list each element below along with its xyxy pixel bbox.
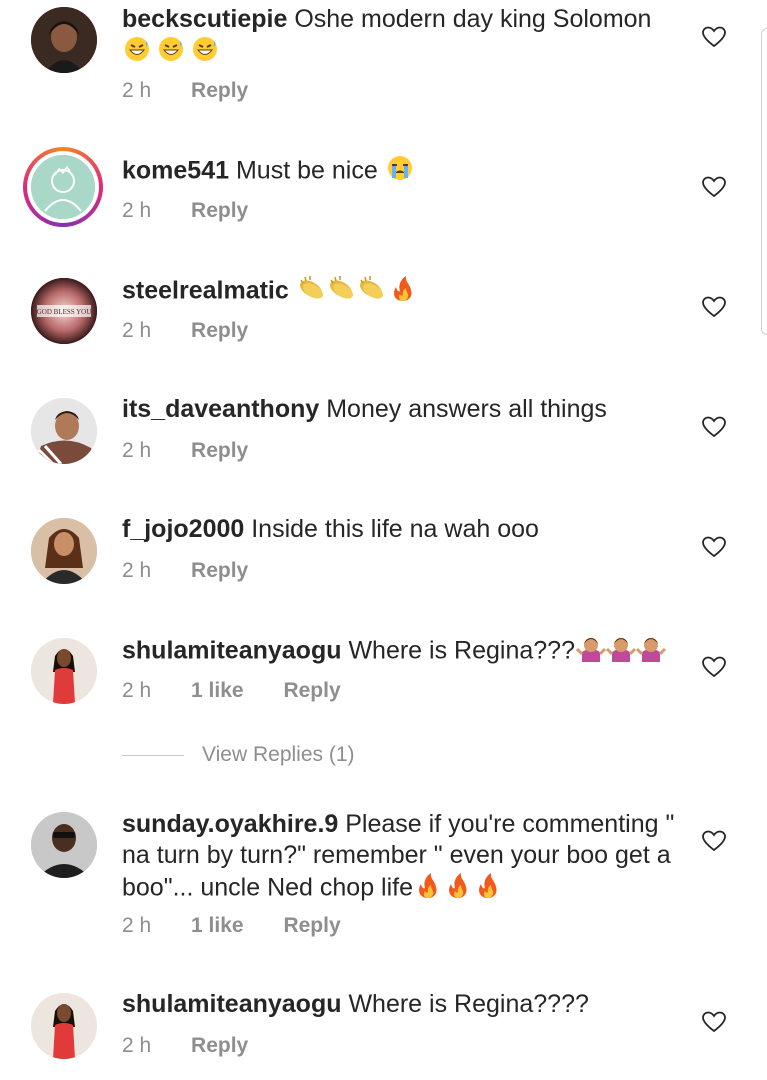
comment-meta: 2 h Reply: [122, 198, 248, 224]
like-heart-icon[interactable]: [702, 830, 726, 852]
view-replies-label: View Replies (1): [202, 743, 355, 766]
comment-text: its_daveanthony Money answers all things: [122, 394, 682, 425]
comment-time: 2 h: [122, 559, 152, 582]
avatar-image: [31, 155, 95, 219]
comment-meta: 2 h Reply: [122, 438, 248, 464]
comment-username[interactable]: its_daveanthony: [122, 395, 319, 423]
reply-button[interactable]: Reply: [191, 1033, 248, 1059]
avatar[interactable]: [31, 812, 97, 878]
crying-emoji: [386, 154, 414, 190]
avatar[interactable]: [31, 7, 97, 73]
like-heart-icon[interactable]: [702, 1011, 726, 1033]
avatar-ring-inner: [27, 151, 99, 223]
comment-username[interactable]: sunday.oyakhire.9: [122, 810, 338, 838]
fire-emoji: [414, 871, 502, 907]
avatar[interactable]: [31, 993, 97, 1059]
comment-text: shulamiteanyaogu Where is Regina???: [122, 634, 682, 670]
comment-meta: 2 h 1 like Reply: [122, 913, 341, 939]
comment-text: f_jojo2000 Inside this life na wah ooo: [122, 514, 682, 545]
comment-text: shulamiteanyaogu Where is Regina????: [122, 989, 682, 1020]
comment-body: Money answers all things: [326, 395, 607, 423]
scrollbar[interactable]: [761, 28, 767, 335]
likes-count[interactable]: 1 like: [191, 678, 244, 704]
like-heart-icon[interactable]: [702, 536, 726, 558]
clapping-hands-emoji: [297, 274, 419, 310]
avatar[interactable]: [31, 398, 97, 464]
likes-count[interactable]: 1 like: [191, 913, 244, 939]
comment-body: Must be nice: [235, 156, 378, 185]
comment-body: Where is Regina???: [348, 636, 575, 665]
comment-meta: 2 h Reply: [122, 78, 248, 104]
avatar[interactable]: [23, 147, 103, 227]
comment-time: 2 h: [122, 79, 152, 102]
comment-username[interactable]: beckscutiepie: [122, 5, 287, 33]
reply-button[interactable]: Reply: [191, 198, 248, 224]
shrugging-woman-emoji: [575, 634, 668, 670]
comment-username[interactable]: kome541: [122, 157, 229, 185]
comment-text: beckscutiepie Oshe modern day king Solom…: [122, 4, 682, 71]
comment-username[interactable]: steelrealmatic: [122, 277, 289, 305]
comment-meta: 2 h Reply: [122, 1033, 248, 1059]
reply-button[interactable]: Reply: [191, 558, 248, 584]
view-replies-button[interactable]: View Replies (1): [122, 743, 355, 767]
reply-button[interactable]: Reply: [191, 78, 248, 104]
comment-time: 2 h: [122, 199, 152, 222]
comment-text: kome541 Must be nice: [122, 154, 682, 190]
view-replies-divider: [122, 754, 184, 756]
comment-username[interactable]: shulamiteanyaogu: [122, 637, 342, 665]
like-heart-icon[interactable]: [702, 416, 726, 438]
reply-button[interactable]: Reply: [191, 318, 248, 344]
grinning-sweat-emoji: [123, 35, 219, 71]
reply-button[interactable]: Reply: [283, 678, 340, 704]
reply-button[interactable]: Reply: [283, 913, 340, 939]
avatar-caption: GOD BLESS YOU: [37, 308, 92, 316]
avatar[interactable]: [31, 518, 97, 584]
comment-body: Where is Regina????: [348, 990, 589, 1018]
comment-body: Oshe modern day king Solomon: [294, 5, 652, 33]
like-heart-icon[interactable]: [702, 176, 726, 198]
reply-button[interactable]: Reply: [191, 438, 248, 464]
like-heart-icon[interactable]: [702, 26, 726, 48]
avatar[interactable]: [31, 638, 97, 704]
comment-username[interactable]: shulamiteanyaogu: [122, 990, 342, 1018]
comment-time: 2 h: [122, 1034, 152, 1057]
avatar[interactable]: GOD BLESS YOU: [31, 278, 97, 344]
comment-time: 2 h: [122, 914, 152, 937]
comment-time: 2 h: [122, 319, 152, 342]
like-heart-icon[interactable]: [702, 656, 726, 678]
comment-text: sunday.oyakhire.9 Please if you're comme…: [122, 809, 682, 907]
comment-meta: 2 h 1 like Reply: [122, 678, 341, 704]
comment-text: steelrealmatic: [122, 274, 682, 310]
like-heart-icon[interactable]: [702, 296, 726, 318]
comment-meta: 2 h Reply: [122, 558, 248, 584]
comment-time: 2 h: [122, 679, 152, 702]
comment-meta: 2 h Reply: [122, 318, 248, 344]
comment-time: 2 h: [122, 439, 152, 462]
comment-username[interactable]: f_jojo2000: [122, 515, 244, 543]
comment-body: Inside this life na wah ooo: [251, 515, 539, 543]
